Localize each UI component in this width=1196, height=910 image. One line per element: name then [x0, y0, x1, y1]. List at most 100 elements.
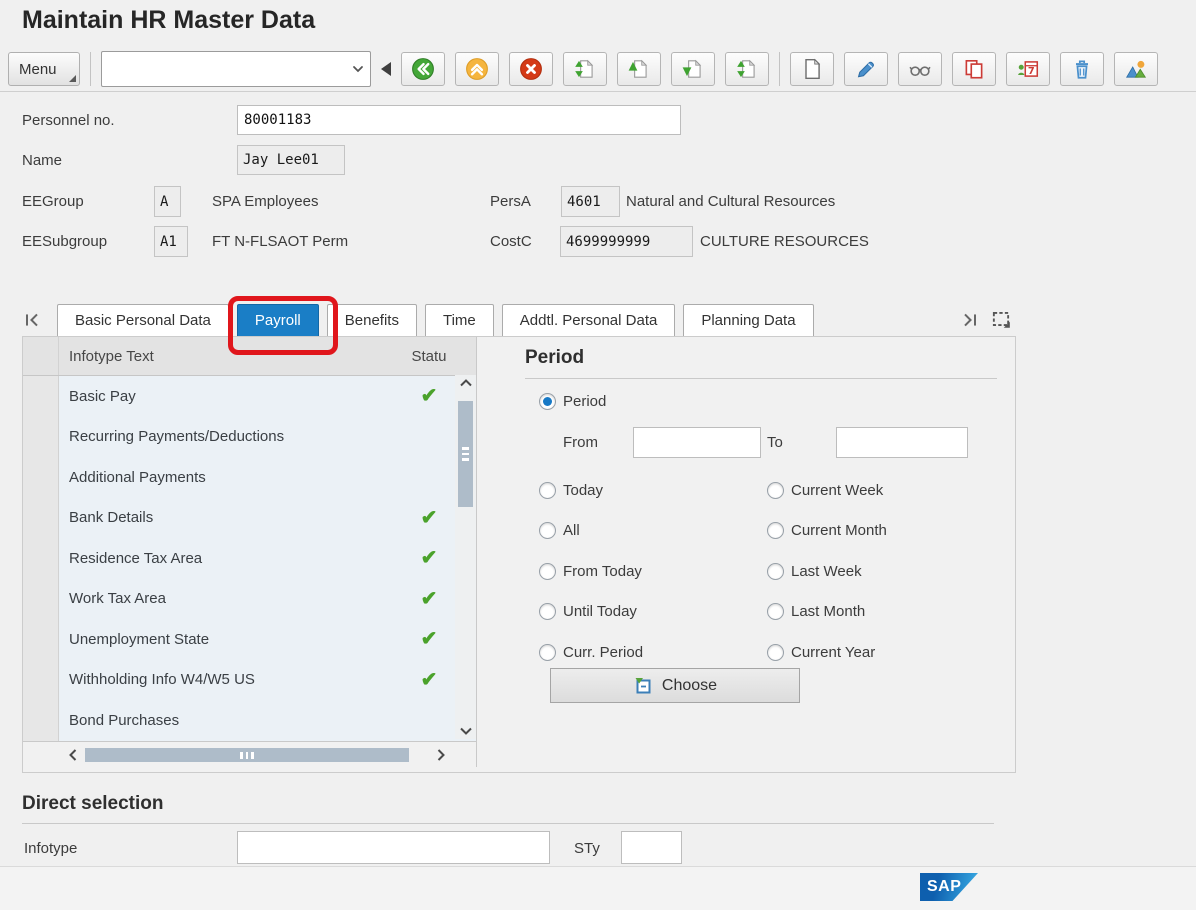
horizontal-scrollbar-thumb[interactable]	[85, 748, 409, 762]
overview-button[interactable]	[1114, 52, 1158, 86]
sap-logo-text: SAP	[927, 878, 961, 896]
radio-current-year[interactable]	[767, 644, 784, 661]
radio-all[interactable]	[539, 522, 556, 539]
choose-button[interactable]: Choose	[550, 668, 800, 703]
infotype-row-unemployment-state[interactable]: Unemployment State✔	[23, 619, 476, 660]
first-page-icon	[573, 57, 597, 81]
infotype-row-additional-payments[interactable]: Additional Payments	[23, 457, 476, 498]
row-selection-cell[interactable]	[23, 457, 59, 498]
pers-area-field: 4601	[561, 186, 620, 217]
scroll-right-icon[interactable]	[431, 746, 451, 764]
page-title: Maintain HR Master Data	[22, 6, 315, 35]
radio-label-current-year: Current Year	[791, 644, 875, 661]
display-button[interactable]	[898, 52, 942, 86]
infotype-text: Basic Pay	[59, 388, 403, 405]
delete-button[interactable]	[1060, 52, 1104, 86]
copy-icon	[962, 57, 986, 81]
infotype-row-work-tax-area[interactable]: Work Tax Area✔	[23, 579, 476, 620]
cancel-button[interactable]	[509, 52, 553, 86]
vertical-scrollbar-thumb[interactable]	[458, 401, 473, 507]
radio-from-today[interactable]	[539, 563, 556, 580]
row-selection-cell[interactable]	[23, 498, 59, 539]
radio-today[interactable]	[539, 482, 556, 499]
ee-subgroup-field: A1	[154, 226, 188, 257]
from-date-input[interactable]	[633, 427, 761, 458]
to-label: To	[767, 434, 783, 451]
infotype-row-bond-purchases[interactable]: Bond Purchases	[23, 700, 476, 741]
next-page-button[interactable]	[671, 52, 715, 86]
last-page-button[interactable]	[725, 52, 769, 86]
personnel-no-input[interactable]	[237, 105, 681, 135]
first-page-button[interactable]	[563, 52, 607, 86]
status-check-icon: ✔	[421, 385, 438, 407]
infotype-table: Infotype Text Statu Basic Pay✔Recurring …	[23, 337, 477, 767]
scroll-down-icon[interactable]	[455, 723, 476, 739]
back-button[interactable]	[401, 52, 445, 86]
menu-button[interactable]: Menu	[8, 52, 80, 86]
row-selection-cell[interactable]	[23, 660, 59, 701]
detach-pane-icon[interactable]	[990, 308, 1012, 335]
choose-button-label: Choose	[662, 677, 717, 695]
scroll-up-icon[interactable]	[455, 375, 476, 391]
period-heading: Period	[525, 347, 584, 369]
scroll-tabs-end-icon[interactable]	[960, 310, 980, 335]
tab-benefits[interactable]: Benefits	[327, 304, 417, 337]
delimit-icon: 7	[1016, 57, 1040, 81]
row-selection-cell[interactable]	[23, 619, 59, 660]
overview-icon	[1124, 57, 1148, 81]
radio-current-month[interactable]	[767, 522, 784, 539]
tab-payroll[interactable]: Payroll	[237, 304, 319, 337]
to-date-input[interactable]	[836, 427, 968, 458]
create-icon	[800, 57, 824, 81]
command-input[interactable]	[102, 55, 346, 83]
vertical-scrollbar[interactable]	[455, 375, 476, 739]
radio-last-week[interactable]	[767, 563, 784, 580]
infotype-row-recurring-payments-deductions[interactable]: Recurring Payments/Deductions	[23, 417, 476, 458]
radio-curr-period[interactable]	[539, 644, 556, 661]
infotype-row-bank-details[interactable]: Bank Details✔	[23, 498, 476, 539]
ee-subgroup-description: FT N-FLSAOT Perm	[212, 233, 348, 250]
divider	[22, 823, 994, 824]
radio-label-from-today: From Today	[563, 563, 642, 580]
infotype-row-residence-tax-area[interactable]: Residence Tax Area✔	[23, 538, 476, 579]
row-selection-cell[interactable]	[23, 538, 59, 579]
tabstrip: Basic Personal DataPayrollBenefitsTimeAd…	[57, 304, 814, 337]
horizontal-scrollbar[interactable]	[63, 746, 451, 764]
scroll-left-icon[interactable]	[63, 746, 83, 764]
radio-current-week[interactable]	[767, 482, 784, 499]
infotype-row-withholding-info-w4-w5-us[interactable]: Withholding Info W4/W5 US✔	[23, 660, 476, 701]
exit-button[interactable]	[455, 52, 499, 86]
toolbar-divider	[779, 52, 780, 86]
command-field[interactable]	[101, 51, 371, 87]
history-toggle-icon[interactable]	[381, 62, 391, 76]
row-selection-cell[interactable]	[23, 700, 59, 741]
edit-button[interactable]	[844, 52, 888, 86]
row-selection-cell[interactable]	[23, 376, 59, 417]
copy-button[interactable]	[952, 52, 996, 86]
row-selection-cell[interactable]	[23, 417, 59, 458]
scroll-tabs-start-icon[interactable]	[22, 310, 42, 335]
delimit-button[interactable]: 7	[1006, 52, 1050, 86]
infotype-input[interactable]	[237, 831, 550, 864]
exit-icon	[465, 57, 489, 81]
radio-last-month[interactable]	[767, 603, 784, 620]
tab-time[interactable]: Time	[425, 304, 494, 337]
tab-planning-data[interactable]: Planning Data	[683, 304, 813, 337]
radio-period[interactable]	[539, 393, 556, 410]
radio-until-today[interactable]	[539, 603, 556, 620]
status-check-icon: ✔	[421, 547, 438, 569]
menu-button-label: Menu	[19, 61, 57, 78]
previous-page-icon	[627, 57, 651, 81]
chevron-down-icon[interactable]	[346, 62, 370, 76]
previous-page-button[interactable]	[617, 52, 661, 86]
row-selection-cell[interactable]	[23, 579, 59, 620]
tab-basic-personal-data[interactable]: Basic Personal Data	[57, 304, 229, 337]
infotype-row-basic-pay[interactable]: Basic Pay ✔	[23, 376, 476, 417]
toolbar-divider-line	[0, 91, 1196, 92]
sty-input[interactable]	[621, 831, 682, 864]
footer: SAP	[0, 866, 1196, 910]
radio-label-today: Today	[563, 482, 603, 499]
tab-addtl-personal-data[interactable]: Addtl. Personal Data	[502, 304, 676, 337]
create-button[interactable]	[790, 52, 834, 86]
radio-label-current-week: Current Week	[791, 482, 883, 499]
